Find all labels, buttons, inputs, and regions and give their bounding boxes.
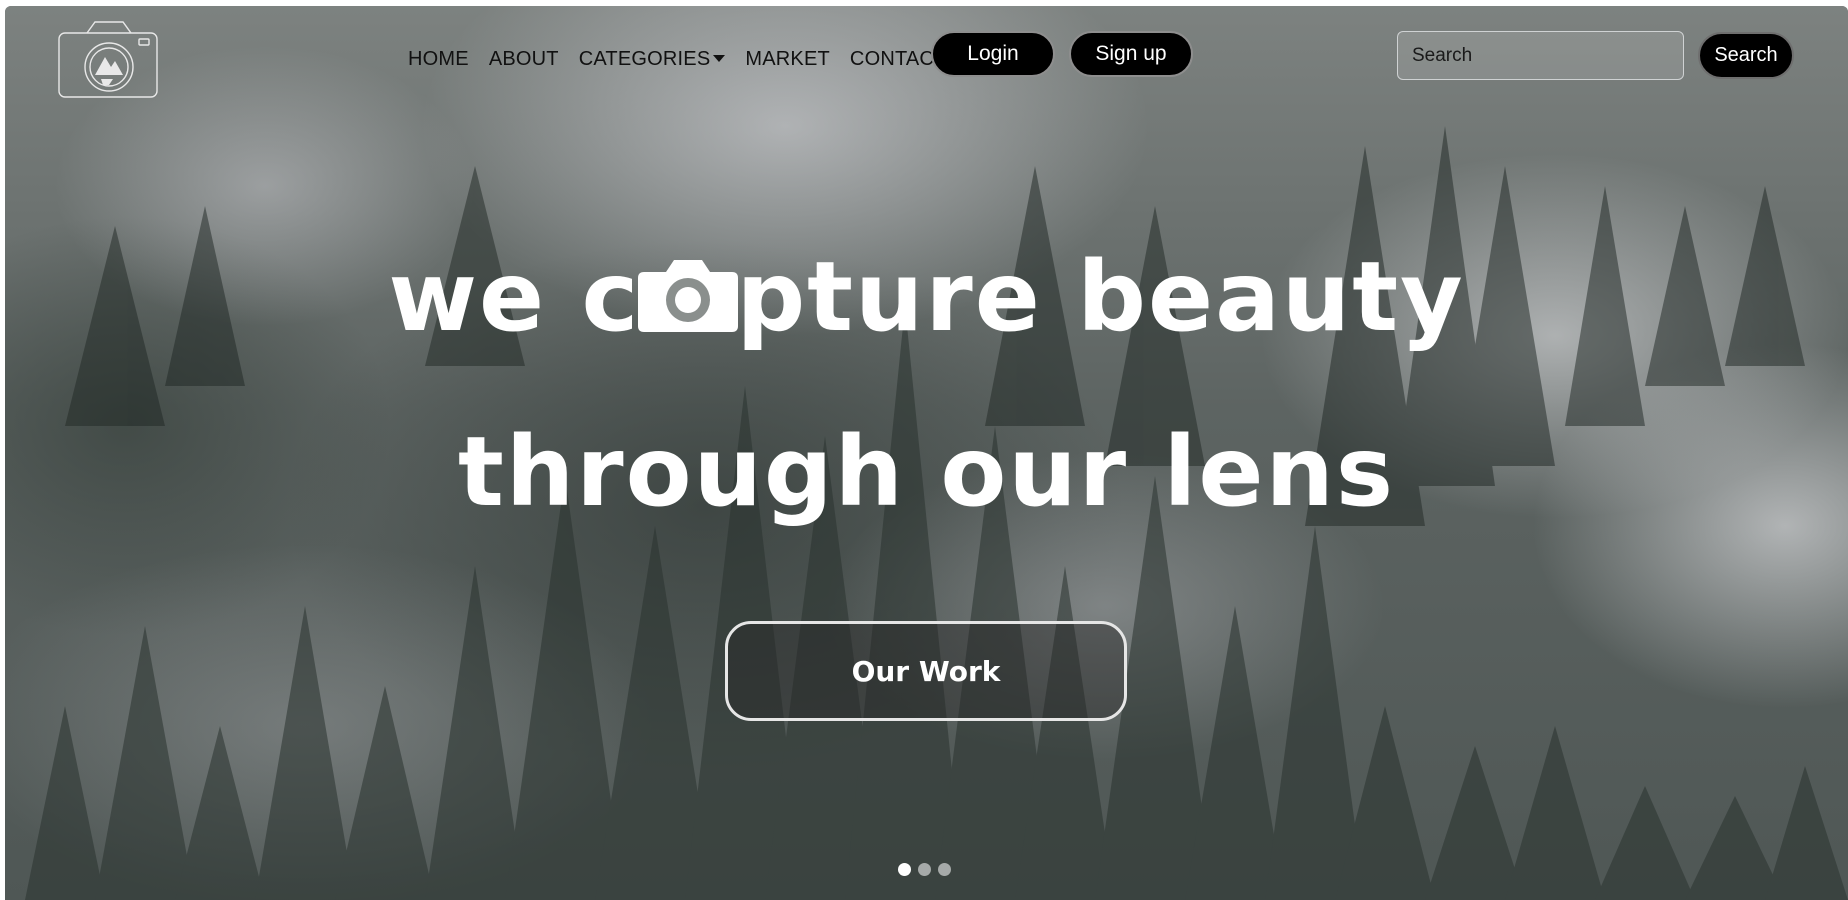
main-nav: HOME ABOUT CATEGORIES MARKET CONTACT bbox=[408, 48, 947, 71]
carousel-dot-2[interactable] bbox=[918, 863, 931, 876]
nav-market-link[interactable]: MARKET bbox=[745, 48, 830, 71]
headline-part2: pture beauty bbox=[736, 241, 1465, 353]
search-input[interactable] bbox=[1397, 31, 1684, 80]
nav-about-link[interactable]: ABOUT bbox=[489, 48, 559, 71]
signup-button[interactable]: Sign up bbox=[1069, 31, 1193, 77]
headline-part1: we c bbox=[388, 241, 641, 353]
chevron-down-icon bbox=[713, 55, 726, 62]
our-work-button[interactable]: Our Work bbox=[725, 621, 1127, 721]
hero-headline-line1: we c pture beauty bbox=[5, 241, 1848, 353]
camera-icon bbox=[638, 260, 739, 332]
camera-logo-icon[interactable] bbox=[57, 19, 159, 99]
carousel-dot-3[interactable] bbox=[938, 863, 951, 876]
search-button[interactable]: Search bbox=[1698, 32, 1794, 79]
hero-section: HOME ABOUT CATEGORIES MARKET CONTACT Log… bbox=[5, 6, 1848, 900]
hero-headline-line2: through our lens bbox=[458, 416, 1395, 528]
login-button[interactable]: Login bbox=[931, 31, 1055, 77]
nav-home-link[interactable]: HOME bbox=[408, 48, 469, 71]
carousel-dot-1[interactable] bbox=[898, 863, 911, 876]
nav-categories-label: CATEGORIES bbox=[578, 48, 711, 70]
carousel-indicators bbox=[898, 863, 951, 876]
nav-categories-dropdown[interactable]: CATEGORIES bbox=[579, 48, 726, 71]
